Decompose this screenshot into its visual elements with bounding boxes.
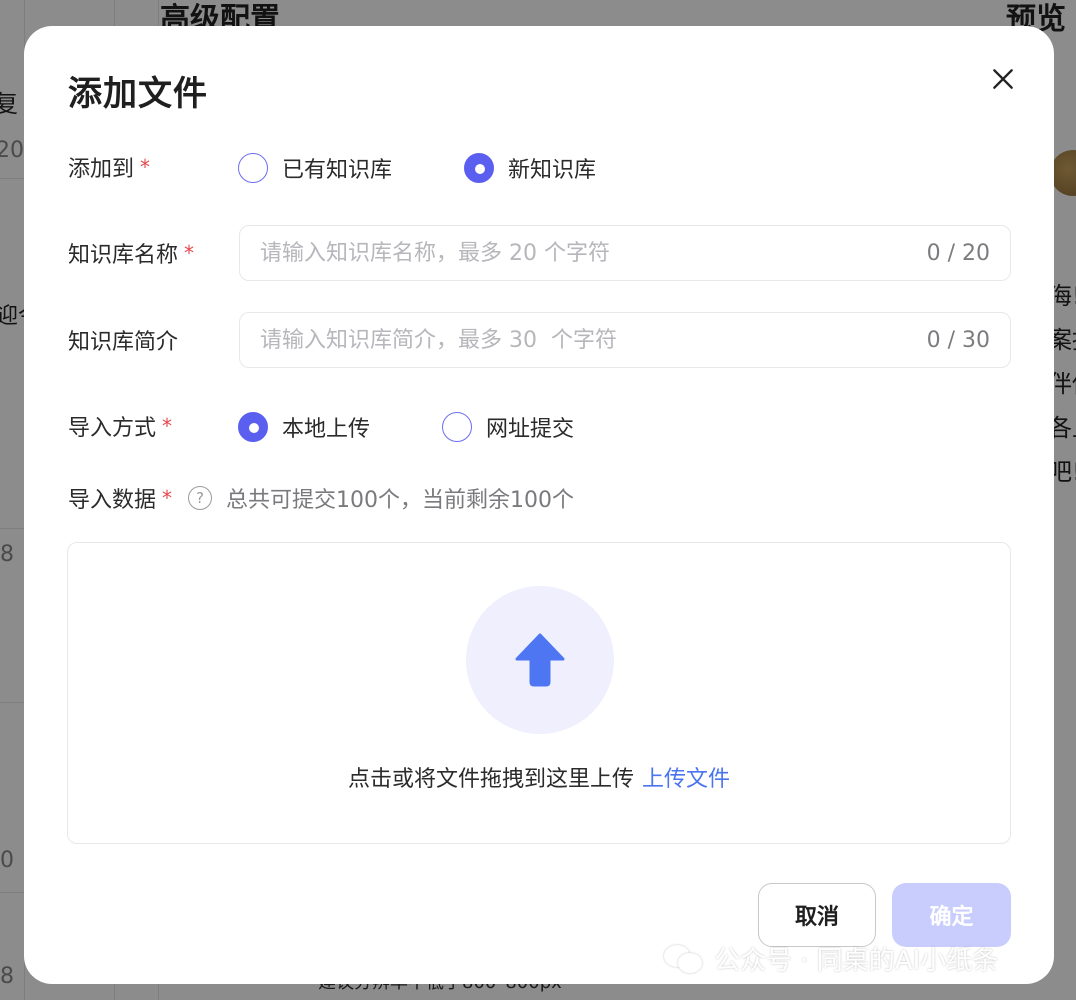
radio-label: 网址提交 — [486, 417, 575, 442]
watermark-text: 公众号 · 同桌的AI小纸条 — [714, 946, 999, 976]
wechat-icon — [664, 943, 704, 975]
kb-name-row: 知识库名称 * — [68, 238, 194, 268]
kb-intro-field[interactable]: 0 / 30 — [239, 312, 1011, 368]
radio-circle[interactable] — [238, 412, 268, 442]
radio-new-kb[interactable]: 新知识库 — [464, 152, 596, 184]
add-to-row: 添加到 * — [68, 152, 150, 182]
import-method-row: 导入方式 * — [68, 411, 172, 441]
import-quota-hint: 总共可提交100个，当前剩余100个 — [226, 488, 574, 513]
add-to-radio-group: 已有知识库 新知识库 — [238, 152, 596, 184]
kb-name-field[interactable]: 0 / 20 — [239, 225, 1011, 281]
radio-local-upload[interactable]: 本地上传 — [238, 411, 370, 443]
kb-intro-row: 知识库简介 — [68, 325, 178, 355]
required-mark: * — [184, 241, 195, 265]
help-icon[interactable]: ? — [188, 486, 213, 510]
kb-name-input[interactable] — [260, 240, 927, 266]
import-method-label: 导入方式 — [68, 416, 157, 441]
upload-dropzone[interactable]: 点击或将文件拖拽到这里上传 上传文件 — [67, 542, 1011, 844]
required-mark: * — [140, 155, 151, 179]
radio-existing-kb[interactable]: 已有知识库 — [238, 152, 392, 184]
radio-label: 本地上传 — [282, 417, 371, 442]
close-button[interactable] — [984, 60, 1022, 98]
radio-circle[interactable] — [238, 153, 268, 183]
close-icon — [993, 69, 1013, 89]
radio-circle[interactable] — [464, 153, 495, 183]
watermark: 公众号 · 同桌的AI小纸条 — [664, 940, 998, 977]
required-mark: * — [162, 486, 173, 510]
upload-file-link[interactable]: 上传文件 — [642, 767, 730, 792]
add-to-label: 添加到 — [68, 157, 135, 182]
radio-label: 已有知识库 — [282, 158, 393, 183]
confirm-button[interactable]: 确定 — [892, 883, 1011, 947]
radio-url-submit[interactable]: 网址提交 — [442, 411, 574, 443]
kb-intro-counter: 0 / 30 — [926, 327, 990, 353]
import-data-label: 导入数据 — [68, 488, 157, 513]
kb-name-counter: 0 / 20 — [926, 240, 990, 266]
kb-name-label: 知识库名称 — [68, 243, 179, 268]
cancel-button[interactable]: 取消 — [758, 883, 876, 947]
add-file-dialog: 添加文件 添加到 * 已有知识库 新知识库 知识库名称 * 0 / 20 知识库… — [24, 26, 1054, 984]
upload-arrow-icon — [515, 633, 565, 687]
dialog-title: 添加文件 — [68, 74, 208, 114]
kb-intro-input[interactable] — [260, 327, 927, 353]
required-mark: * — [162, 414, 173, 438]
upload-instruction-text: 点击或将文件拖拽到这里上传 — [347, 767, 634, 792]
import-method-radio-group: 本地上传 网址提交 — [238, 411, 574, 443]
import-data-row: 导入数据 * ? 总共可提交100个，当前剩余100个 — [68, 483, 574, 513]
upload-icon-circle — [466, 586, 614, 734]
upload-instruction: 点击或将文件拖拽到这里上传 上传文件 — [68, 761, 1010, 793]
radio-label: 新知识库 — [508, 158, 597, 183]
kb-intro-label: 知识库简介 — [68, 330, 179, 355]
radio-circle[interactable] — [442, 412, 473, 442]
